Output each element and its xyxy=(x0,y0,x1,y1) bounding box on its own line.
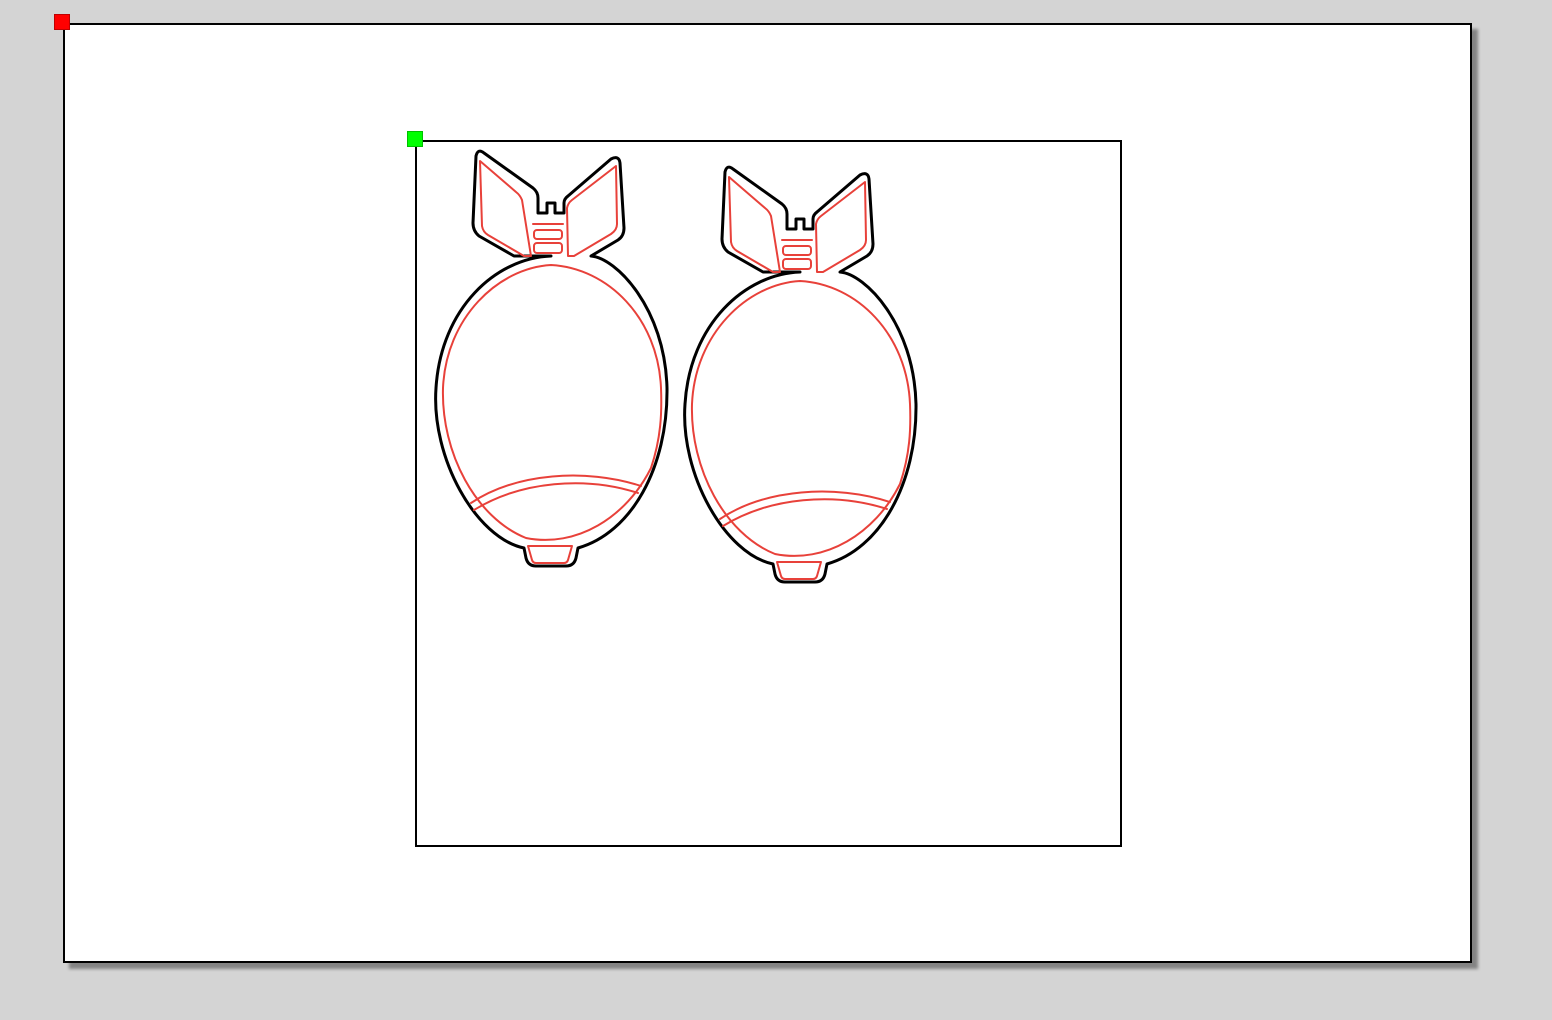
material-boundary[interactable] xyxy=(415,140,1122,847)
origin-marker-icon[interactable] xyxy=(54,14,70,30)
workspace-canvas[interactable] xyxy=(0,0,1552,1020)
material-origin-marker-icon[interactable] xyxy=(407,131,423,147)
